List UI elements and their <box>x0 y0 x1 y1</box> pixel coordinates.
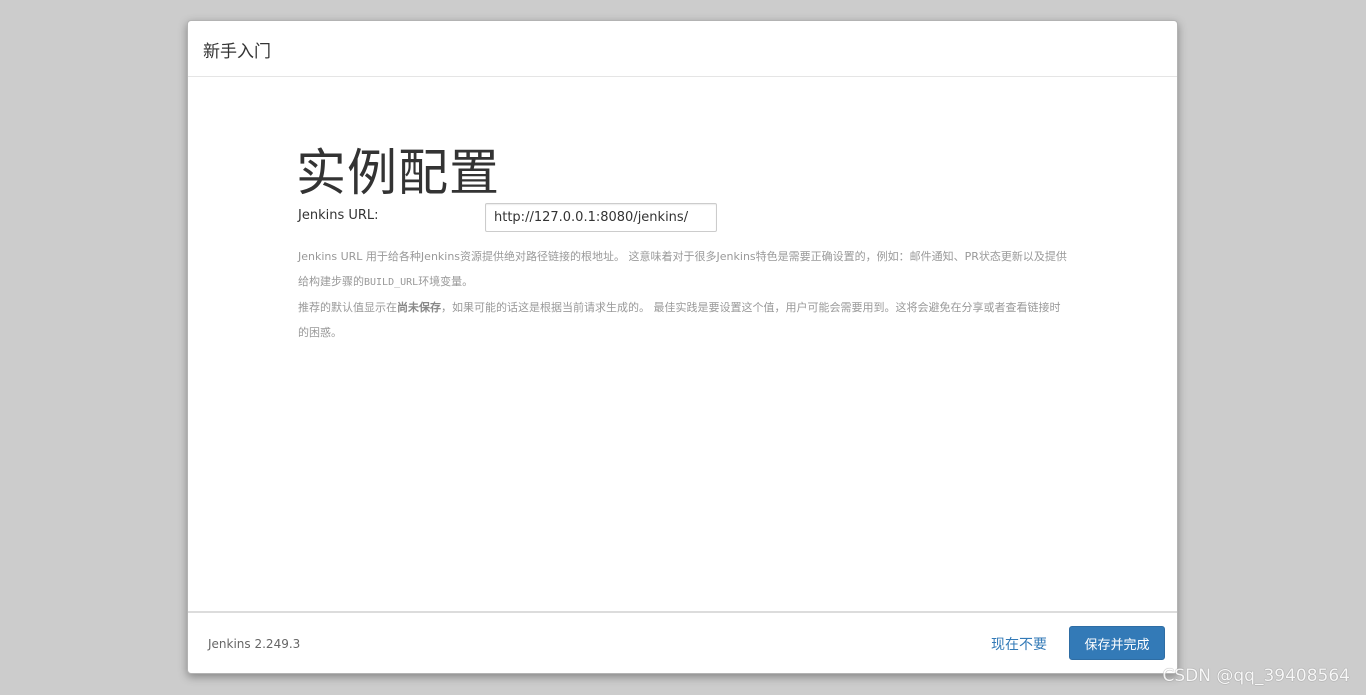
setup-wizard-dialog: 新手入门 实例配置 Jenkins URL: Jenkins URL 用于给各种… <box>187 20 1178 674</box>
help-paragraph-2: 推荐的默认值显示在尚未保存，如果可能的话这是根据当前请求生成的。 最佳实践是要设… <box>298 295 1068 345</box>
dialog-header: 新手入门 <box>188 21 1177 77</box>
help-text: 推荐的默认值显示在 <box>298 301 397 314</box>
help-paragraph-1: Jenkins URL 用于给各种Jenkins资源提供绝对路径链接的根地址。 … <box>298 244 1068 295</box>
not-saved-emphasis: 尚未保存 <box>397 301 441 314</box>
dialog-title: 新手入门 <box>203 42 271 62</box>
csdn-watermark: CSDN @qq_39408564 <box>1162 666 1350 686</box>
jenkins-url-label: Jenkins URL: <box>298 208 379 223</box>
url-help-text: Jenkins URL 用于给各种Jenkins资源提供绝对路径链接的根地址。 … <box>298 244 1068 345</box>
dialog-footer: Jenkins 2.249.3 现在不要 保存并完成 <box>188 611 1177 673</box>
page-title: 实例配置 <box>296 144 500 202</box>
jenkins-version: Jenkins 2.249.3 <box>208 637 301 651</box>
jenkins-url-input[interactable] <box>485 203 717 232</box>
save-and-finish-button[interactable]: 保存并完成 <box>1069 626 1165 660</box>
skip-link[interactable]: 现在不要 <box>991 634 1047 654</box>
build-url-code: BUILD_URL <box>364 277 419 288</box>
help-text: 环境变量。 <box>418 275 474 288</box>
